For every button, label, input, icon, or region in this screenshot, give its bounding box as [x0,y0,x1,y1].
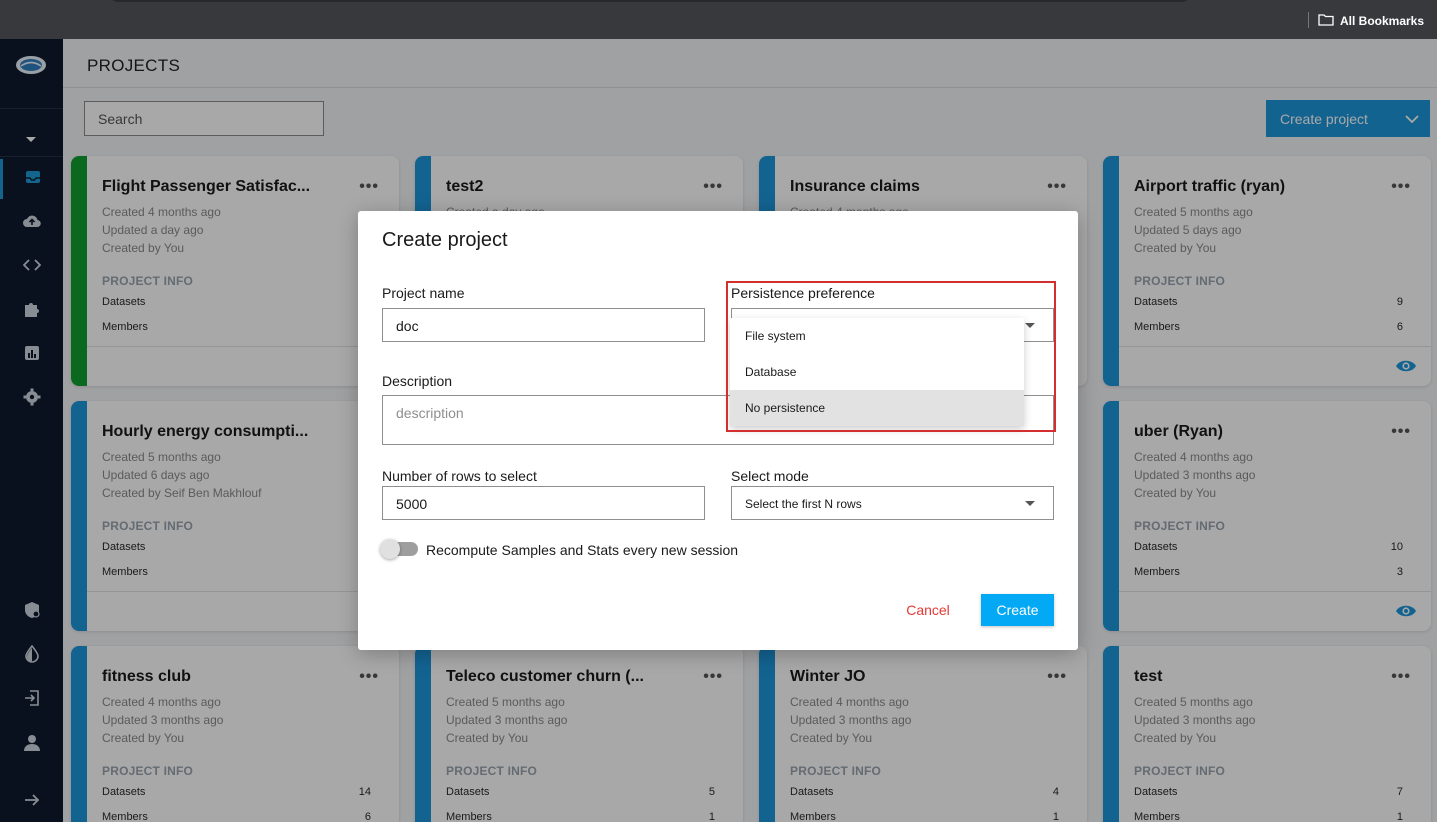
all-bookmarks-button[interactable]: All Bookmarks [1318,13,1424,29]
rows-label: Number of rows to select [382,468,537,484]
address-bar[interactable] [110,0,1190,2]
annotation-highlight-box [726,281,1056,432]
recompute-label: Recompute Samples and Stats every new se… [426,542,739,558]
create-button[interactable]: Create [981,594,1054,626]
cancel-button[interactable]: Cancel [892,594,964,626]
project-name-input[interactable]: doc [382,308,705,342]
bookmarks-separator [1308,12,1309,28]
description-label: Description [382,373,453,389]
toggle-knob [380,539,400,559]
folder-icon [1318,13,1334,29]
recompute-toggle[interactable] [380,539,418,559]
select-mode-value: Select the first N rows [745,497,862,511]
all-bookmarks-label: All Bookmarks [1340,14,1425,28]
dialog-title: Create project [382,229,508,251]
caret-down-icon [1025,501,1035,506]
select-mode-label: Select mode [731,468,809,484]
select-mode-select[interactable]: Select the first N rows [731,486,1054,520]
rows-input[interactable]: 5000 [382,486,705,520]
project-name-label: Project name [382,285,465,301]
browser-bar: All Bookmarks [0,0,1437,39]
